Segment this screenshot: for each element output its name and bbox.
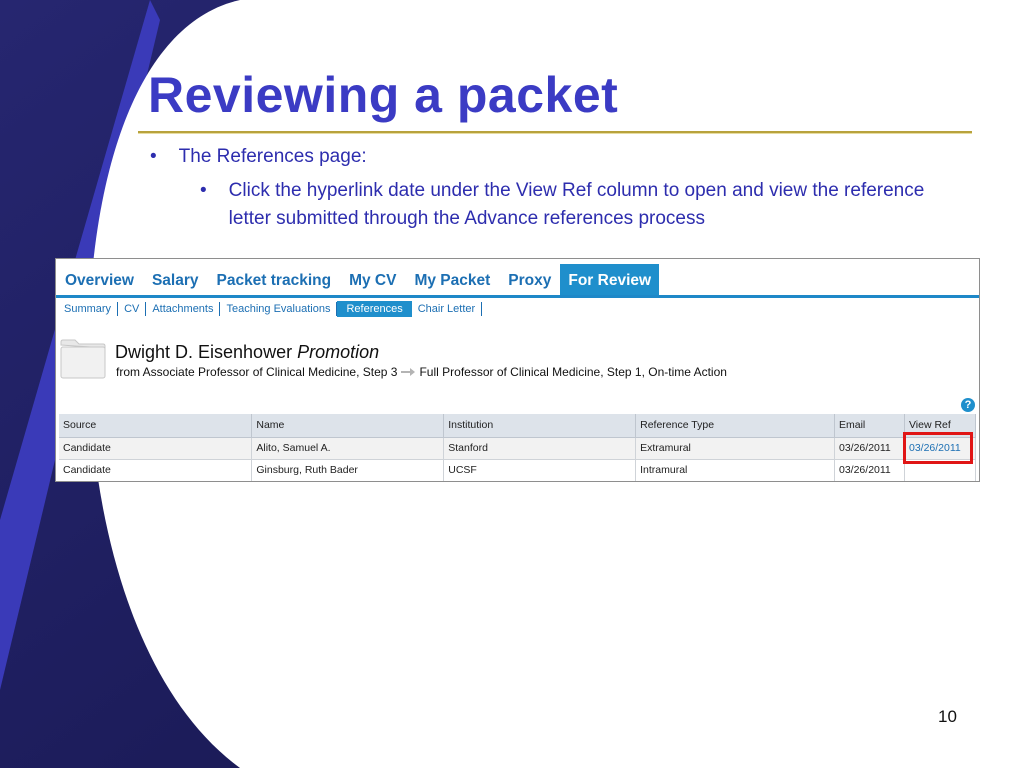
cell-email: 03/26/2011 (834, 459, 905, 481)
cell-source: Candidate (59, 437, 253, 460)
tab-my-packet[interactable]: My Packet (405, 264, 499, 295)
table-row: Candidate Alito, Samuel A. Stanford Extr… (59, 437, 977, 460)
cell-reference-type: Extramural (635, 437, 835, 460)
cell-source: Candidate (59, 459, 253, 481)
subtab-summary[interactable]: Summary (60, 302, 119, 316)
tab-for-review[interactable]: For Review (560, 264, 660, 295)
person-name: Dwight D. Eisenhower (115, 342, 293, 362)
tab-proxy[interactable]: Proxy (499, 264, 560, 295)
table-row: Candidate Ginsburg, Ruth Bader UCSF Intr… (59, 459, 977, 481)
references-table: Source Name Institution Reference Type E… (59, 414, 977, 481)
slide-title: Reviewing a packet (148, 67, 619, 123)
subtab-references[interactable]: References (337, 301, 412, 317)
column-header-source[interactable]: Source (59, 414, 253, 438)
help-icon[interactable]: ? (961, 398, 975, 412)
cell-email: 03/26/2011 (834, 437, 905, 460)
column-header-institution[interactable]: Institution (443, 414, 637, 438)
callout-highlight (903, 432, 973, 464)
action-type: Promotion (297, 342, 380, 362)
arrow-right-icon (401, 368, 416, 376)
main-tab-bar: Overview Salary Packet tracking My CV My… (56, 264, 979, 298)
tab-overview[interactable]: Overview (56, 264, 143, 295)
bullet-text: Click the hyperlink date under the View … (228, 180, 925, 229)
cell-institution: Stanford (443, 437, 637, 460)
bullet-text: The References page: (178, 146, 367, 167)
column-header-name[interactable]: Name (251, 414, 445, 438)
cell-name: Ginsburg, Ruth Bader (251, 459, 445, 481)
bullet-marker: • (150, 146, 157, 167)
page-number: 10 (938, 707, 957, 726)
bullet-level-1: • The References page: (150, 146, 367, 168)
tab-my-cv[interactable]: My CV (340, 264, 405, 295)
sub-tab-bar: Summary CV Attachments Teaching Evaluati… (60, 301, 483, 317)
bullet-level-2: • Click the hyperlink date under the Vie… (200, 177, 970, 233)
subtab-teaching-evaluations[interactable]: Teaching Evaluations (220, 302, 338, 316)
to-rank: Full Professor of Clinical Medicine, Ste… (419, 365, 727, 379)
cell-institution: UCSF (443, 459, 637, 481)
subtab-chair-letter[interactable]: Chair Letter (412, 302, 483, 316)
table-header-row: Source Name Institution Reference Type E… (59, 414, 977, 438)
column-header-reference-type[interactable]: Reference Type (635, 414, 835, 438)
subtab-attachments[interactable]: Attachments (146, 302, 221, 316)
app-screenshot: Overview Salary Packet tracking My CV My… (55, 258, 980, 482)
person-heading: Dwight D. Eisenhower Promotion (115, 342, 379, 363)
column-header-email[interactable]: Email (834, 414, 905, 438)
subtab-cv[interactable]: CV (118, 302, 147, 316)
cell-reference-type: Intramural (635, 459, 835, 481)
action-description: from Associate Professor of Clinical Med… (116, 365, 727, 379)
cell-name: Alito, Samuel A. (251, 437, 445, 460)
tab-packet-tracking[interactable]: Packet tracking (207, 264, 340, 295)
from-rank: from Associate Professor of Clinical Med… (116, 365, 398, 379)
bullet-marker: • (200, 180, 207, 201)
title-divider (138, 131, 972, 134)
tab-salary[interactable]: Salary (143, 264, 208, 295)
folder-icon (60, 339, 106, 379)
